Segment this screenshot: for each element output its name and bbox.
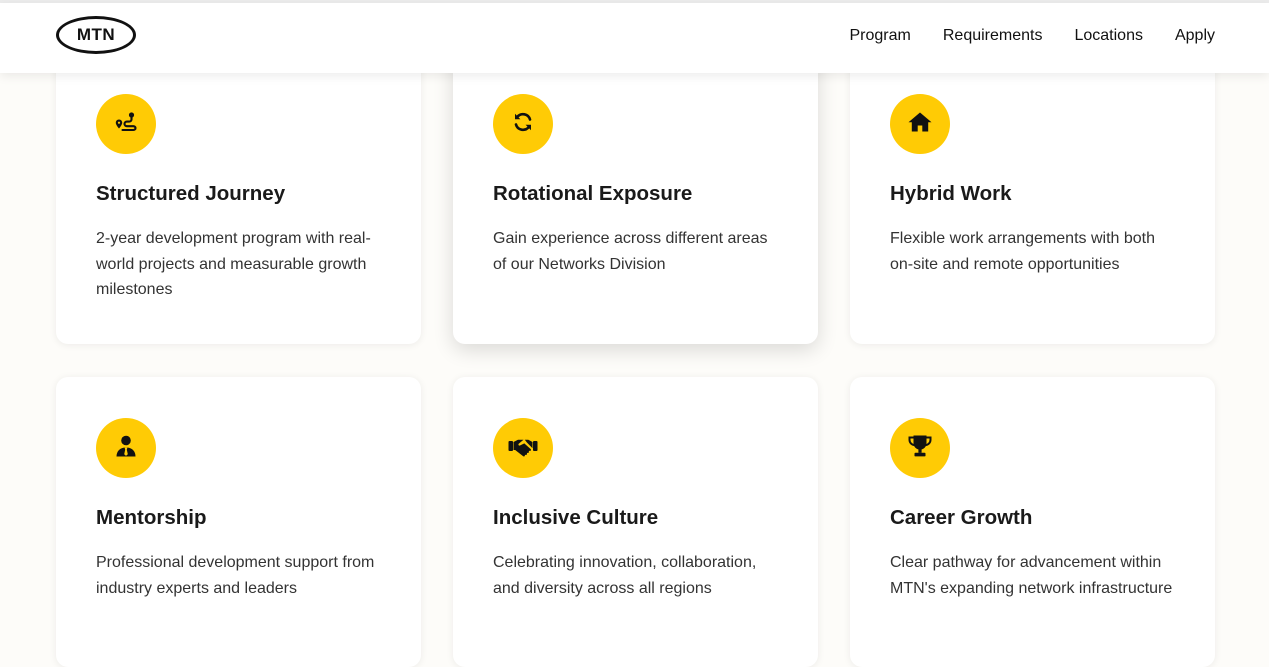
card-description: Professional development support from in… bbox=[96, 554, 375, 597]
card-title: Structured Journey bbox=[96, 182, 286, 205]
card-title: Career Growth bbox=[890, 506, 1033, 529]
mtn-logo[interactable]: MTN bbox=[56, 16, 136, 54]
feature-icon-badge bbox=[890, 94, 950, 154]
card-description: Clear pathway for advancement within MTN… bbox=[890, 554, 1173, 597]
feature-card-hybrid-work: Hybrid Work Flexible work arrangements w… bbox=[850, 40, 1215, 344]
card-title: Rotational Exposure bbox=[493, 182, 693, 205]
card-title: Hybrid Work bbox=[890, 182, 1012, 205]
nav-requirements-link[interactable]: Requirements bbox=[943, 27, 1043, 45]
nav-locations-link[interactable]: Locations bbox=[1074, 27, 1143, 45]
feature-card-inclusive-culture: Inclusive Culture Celebrating innovation… bbox=[453, 377, 818, 667]
handshake-icon bbox=[508, 435, 538, 462]
card-description: 2-year development program with real-wor… bbox=[96, 230, 371, 298]
rotate-icon bbox=[511, 110, 535, 139]
feature-icon-badge bbox=[493, 94, 553, 154]
feature-card-rotational-exposure: Rotational Exposure Gain experience acro… bbox=[453, 40, 818, 344]
home-icon bbox=[907, 110, 933, 139]
nav-program-link[interactable]: Program bbox=[850, 27, 911, 45]
trophy-icon bbox=[907, 434, 933, 463]
main-nav: Program Requirements Locations Apply bbox=[850, 27, 1216, 45]
site-header: MTN Program Requirements Locations Apply bbox=[0, 3, 1269, 73]
card-description: Gain experience across different areas o… bbox=[493, 230, 768, 273]
feature-card-mentorship: Mentorship Professional development supp… bbox=[56, 377, 421, 667]
nav-apply-link[interactable]: Apply bbox=[1175, 27, 1215, 45]
card-description: Celebrating innovation, collaboration, a… bbox=[493, 554, 757, 597]
feature-icon-badge bbox=[96, 418, 156, 478]
feature-icon-badge bbox=[890, 418, 950, 478]
card-title: Mentorship bbox=[96, 506, 207, 529]
feature-card-career-growth: Career Growth Clear pathway for advancem… bbox=[850, 377, 1215, 667]
card-title: Inclusive Culture bbox=[493, 506, 659, 529]
route-icon bbox=[114, 110, 138, 139]
mentor-icon bbox=[115, 434, 137, 463]
feature-icon-badge bbox=[96, 94, 156, 154]
card-description: Flexible work arrangements with both on-… bbox=[890, 230, 1156, 273]
feature-card-structured-journey: Structured Journey 2-year development pr… bbox=[56, 40, 421, 344]
feature-icon-badge bbox=[493, 418, 553, 478]
